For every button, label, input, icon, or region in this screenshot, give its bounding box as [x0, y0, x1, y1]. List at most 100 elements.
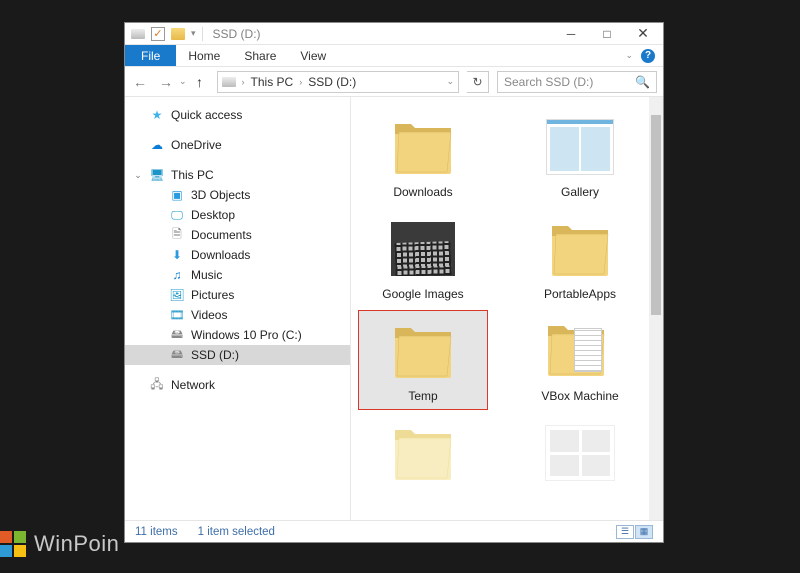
item-label: Gallery — [561, 185, 599, 199]
folder-icon — [171, 28, 185, 40]
document-icon: 🗎 — [169, 227, 185, 243]
drive-icon — [222, 77, 236, 87]
navigation-bar: ← → ⌄ ↑ › This PC › SSD (D:) ⌄ ↻ Search … — [125, 67, 663, 97]
nav-label: Music — [191, 268, 222, 282]
watermark: WinPoin — [0, 531, 119, 557]
nav-label: Windows 10 Pro (C:) — [191, 328, 302, 342]
folder-item[interactable]: Temp — [359, 311, 487, 409]
folder-icon — [540, 317, 620, 385]
navigation-pane: ★ Quick access ☁ OneDrive ⌄ 🖥 This PC ▣ … — [125, 97, 351, 520]
details-view-button[interactable]: ☰ — [616, 525, 634, 539]
nav-downloads[interactable]: ⬇ Downloads — [125, 245, 350, 265]
address-dropdown-icon[interactable]: ⌄ — [446, 76, 454, 87]
search-placeholder: Search SSD (D:) — [504, 75, 593, 89]
folder-item[interactable]: Gallery — [516, 107, 644, 205]
video-icon: 🎞 — [169, 307, 185, 323]
folder-item[interactable] — [516, 413, 644, 497]
item-label: Downloads — [393, 185, 452, 199]
help-icon[interactable]: ? — [641, 49, 655, 63]
icons-view-button[interactable]: ▦ — [635, 525, 653, 539]
nav-label: Quick access — [171, 108, 242, 122]
history-dropdown-icon[interactable]: ⌄ — [179, 76, 187, 87]
qat-dropdown-icon[interactable]: ▾ — [191, 28, 196, 39]
picture-icon: 🖼 — [169, 287, 185, 303]
ribbon: File Home Share View ⌄ ? — [125, 45, 663, 67]
folder-icon — [540, 215, 620, 283]
nav-onedrive[interactable]: ☁ OneDrive — [125, 135, 350, 155]
breadcrumb-this-pc[interactable]: This PC — [251, 75, 294, 89]
nav-label: 3D Objects — [191, 188, 250, 202]
selection-count: 1 item selected — [198, 526, 275, 538]
network-icon: 🖧 — [149, 377, 165, 393]
folder-icon — [383, 215, 463, 283]
nav-pictures[interactable]: 🖼 Pictures — [125, 285, 350, 305]
tab-file[interactable]: File — [125, 45, 176, 66]
content-area: Downloads Gallery Google Images Portable… — [351, 97, 663, 520]
properties-icon[interactable]: ✓ — [151, 27, 165, 41]
nav-music[interactable]: ♫ Music — [125, 265, 350, 285]
folder-icon — [540, 113, 620, 181]
expand-ribbon-icon[interactable]: ⌄ — [625, 50, 633, 61]
cube-icon: ▣ — [169, 187, 185, 203]
nav-label: Documents — [191, 228, 252, 242]
back-button[interactable]: ← — [131, 74, 149, 90]
nav-desktop[interactable]: 🖵 Desktop — [125, 205, 350, 225]
nav-network[interactable]: 🖧 Network — [125, 375, 350, 395]
nav-label: Pictures — [191, 288, 234, 302]
drive-icon — [131, 29, 145, 39]
nav-label: Desktop — [191, 208, 235, 222]
items-view[interactable]: Downloads Gallery Google Images Portable… — [351, 97, 663, 520]
maximize-button[interactable]: □ — [589, 23, 625, 45]
desktop-icon: 🖵 — [169, 207, 185, 223]
nav-quick-access[interactable]: ★ Quick access — [125, 105, 350, 125]
nav-label: Videos — [191, 308, 227, 322]
up-button[interactable]: ↑ — [191, 74, 209, 90]
folder-item[interactable]: PortableApps — [516, 209, 644, 307]
tab-view[interactable]: View — [288, 45, 338, 66]
scrollbar-thumb[interactable] — [651, 115, 661, 315]
watermark-text: WinPoin — [34, 531, 119, 557]
nav-drive-d[interactable]: 🖴 SSD (D:) — [125, 345, 350, 365]
nav-label: Network — [171, 378, 215, 392]
nav-3d-objects[interactable]: ▣ 3D Objects — [125, 185, 350, 205]
titlebar: ✓ ▾ SSD (D:) ─ □ ✕ — [125, 23, 663, 45]
refresh-button[interactable]: ↻ — [467, 71, 489, 93]
item-label: Temp — [408, 389, 437, 403]
forward-button[interactable]: → — [157, 74, 175, 90]
search-icon: 🔍 — [635, 75, 650, 89]
vertical-scrollbar[interactable] — [649, 97, 663, 520]
star-icon: ★ — [149, 107, 165, 123]
nav-this-pc[interactable]: ⌄ 🖥 This PC — [125, 165, 350, 185]
quick-access-toolbar: ✓ ▾ — [127, 27, 203, 41]
folder-icon — [383, 419, 463, 487]
tab-share[interactable]: Share — [232, 45, 288, 66]
music-icon: ♫ — [169, 267, 185, 283]
address-bar[interactable]: › This PC › SSD (D:) ⌄ — [217, 71, 459, 93]
close-button[interactable]: ✕ — [625, 23, 661, 45]
drive-icon: 🖴 — [169, 327, 185, 343]
collapse-icon[interactable]: ⌄ — [133, 170, 143, 181]
folder-item[interactable]: Downloads — [359, 107, 487, 205]
window-title: SSD (D:) — [213, 27, 261, 41]
windows-logo-icon — [0, 531, 26, 557]
minimize-button[interactable]: ─ — [553, 23, 589, 45]
window-controls: ─ □ ✕ — [553, 23, 661, 45]
folder-item[interactable]: Google Images — [359, 209, 487, 307]
folder-item[interactable] — [359, 413, 487, 497]
monitor-icon: 🖥 — [149, 167, 165, 183]
tab-home[interactable]: Home — [176, 45, 232, 66]
chevron-right-icon: › — [299, 77, 302, 87]
nav-drive-c[interactable]: 🖴 Windows 10 Pro (C:) — [125, 325, 350, 345]
breadcrumb-ssd[interactable]: SSD (D:) — [308, 75, 356, 89]
folder-icon — [540, 419, 620, 487]
nav-documents[interactable]: 🗎 Documents — [125, 225, 350, 245]
search-input[interactable]: Search SSD (D:) 🔍 — [497, 71, 657, 93]
chevron-right-icon: › — [242, 77, 245, 87]
download-icon: ⬇ — [169, 247, 185, 263]
nav-videos[interactable]: 🎞 Videos — [125, 305, 350, 325]
folder-icon — [383, 317, 463, 385]
cloud-icon: ☁ — [149, 137, 165, 153]
nav-label: This PC — [171, 168, 214, 182]
folder-item[interactable]: VBox Machine — [516, 311, 644, 409]
explorer-window: ✓ ▾ SSD (D:) ─ □ ✕ File Home Share View … — [124, 22, 664, 543]
